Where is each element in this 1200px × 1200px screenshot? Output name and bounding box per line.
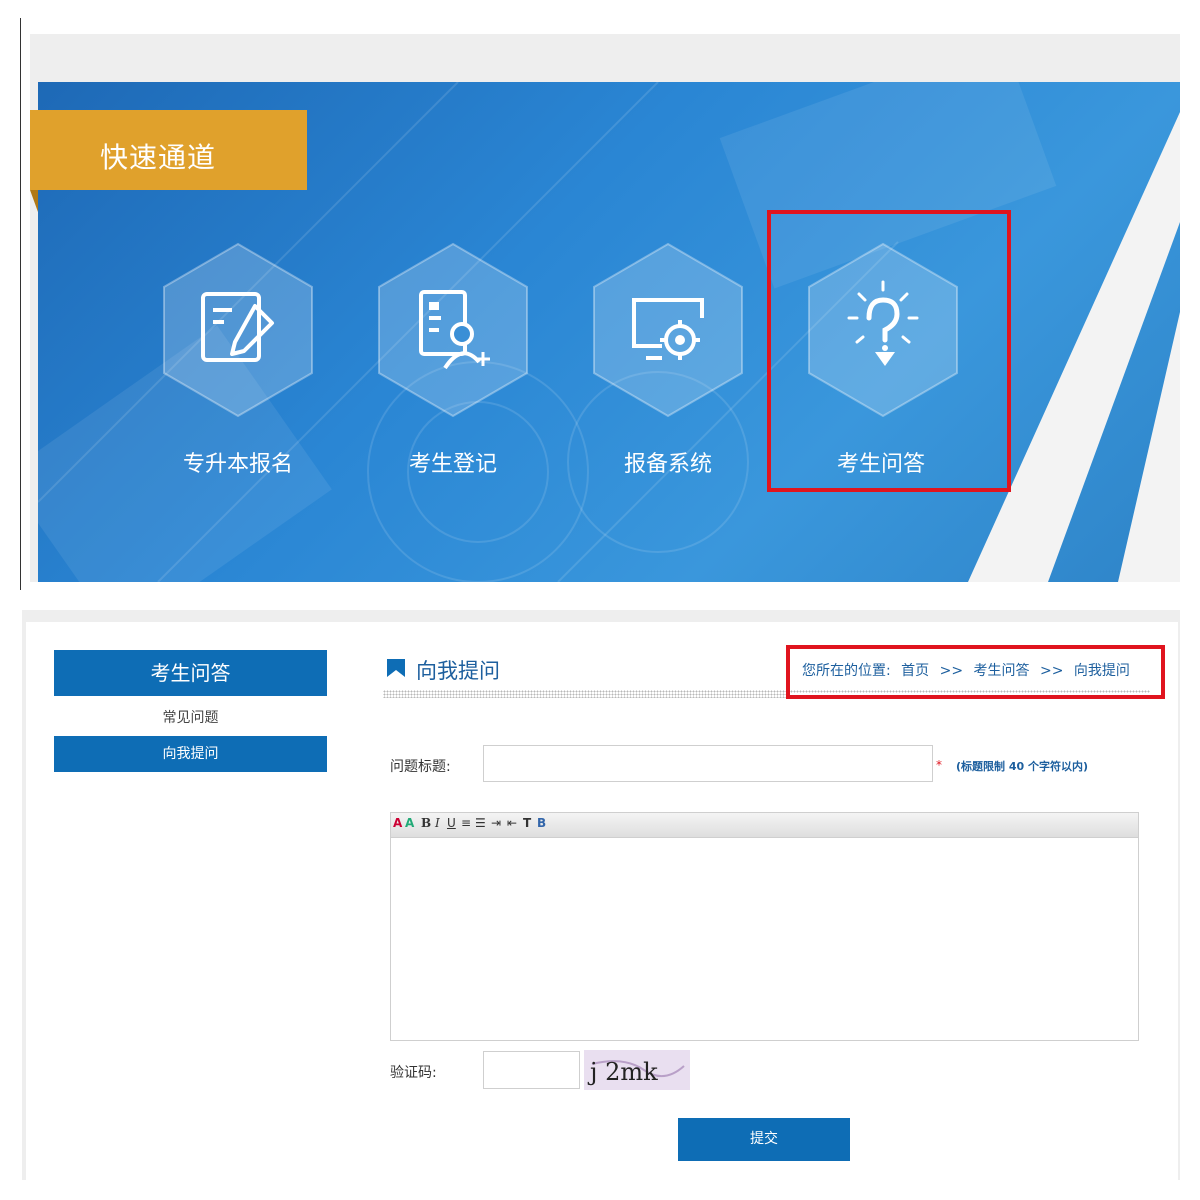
highlight-box-qa-tile: [767, 210, 1011, 492]
monitor-gear-icon: [593, 242, 743, 418]
bookmark-icon: [387, 659, 405, 677]
title-divider: [383, 690, 787, 698]
required-mark: *: [936, 758, 942, 772]
form-frame-top: [22, 610, 1180, 622]
page-title: 向我提问: [416, 659, 500, 683]
tile-upgrade-registration[interactable]: [160, 242, 316, 418]
captcha-label: 验证码:: [390, 1065, 437, 1081]
bold-icon[interactable]: B: [421, 816, 431, 830]
tag-fold: [30, 190, 38, 212]
list-icon[interactable]: ☰: [475, 816, 486, 830]
tile-candidate-registration[interactable]: [375, 242, 531, 418]
background-icon[interactable]: B: [537, 816, 546, 830]
italic-icon[interactable]: I: [435, 816, 440, 830]
rich-text-editor[interactable]: A A B I U ≡ ☰ ⇥ ⇤ T B: [390, 812, 1139, 1041]
window-edge-line: [20, 18, 21, 590]
quick-channel-title: 快速通道: [100, 141, 217, 174]
sidebar-heading: 考生问答: [54, 650, 327, 696]
editor-toolbar: A A B I U ≡ ☰ ⇥ ⇤ T B: [391, 813, 1138, 838]
title-field-label: 问题标题:: [390, 759, 451, 775]
align-icon[interactable]: ≡: [461, 816, 471, 830]
submit-button[interactable]: 提交: [678, 1118, 850, 1161]
captcha-image[interactable]: j 2mk: [584, 1050, 690, 1090]
indent-icon[interactable]: ⇥: [491, 816, 501, 830]
captcha-text: j 2mk: [587, 1058, 658, 1086]
outdent-icon[interactable]: ⇤: [507, 816, 517, 830]
captcha-input[interactable]: [483, 1051, 580, 1089]
question-title-input[interactable]: [483, 745, 933, 782]
underline-icon[interactable]: U: [447, 816, 456, 830]
editor-body[interactable]: [391, 838, 1138, 1040]
form-frame-right: [1178, 610, 1180, 1180]
document-pen-icon: [163, 242, 313, 418]
font-color-icon[interactable]: A: [393, 816, 402, 830]
title-length-hint: (标题限制 40 个字符以内): [956, 760, 1089, 773]
user-list-icon: [378, 242, 528, 418]
tile-label-candidate-registration[interactable]: 考生登记: [363, 446, 543, 478]
tile-label-upgrade-registration[interactable]: 专升本报名: [148, 446, 328, 478]
sidebar-item-ask-question[interactable]: 向我提问: [54, 736, 327, 772]
form-frame-left: [22, 610, 26, 1180]
tile-label-filing-system[interactable]: 报备系统: [578, 446, 758, 478]
highlight-icon[interactable]: A: [405, 816, 414, 830]
sidebar-item-faq[interactable]: 常见问题: [54, 700, 327, 736]
text-format-icon[interactable]: T: [523, 816, 531, 830]
highlight-box-breadcrumb: [786, 645, 1165, 699]
tile-filing-system[interactable]: [590, 242, 746, 418]
